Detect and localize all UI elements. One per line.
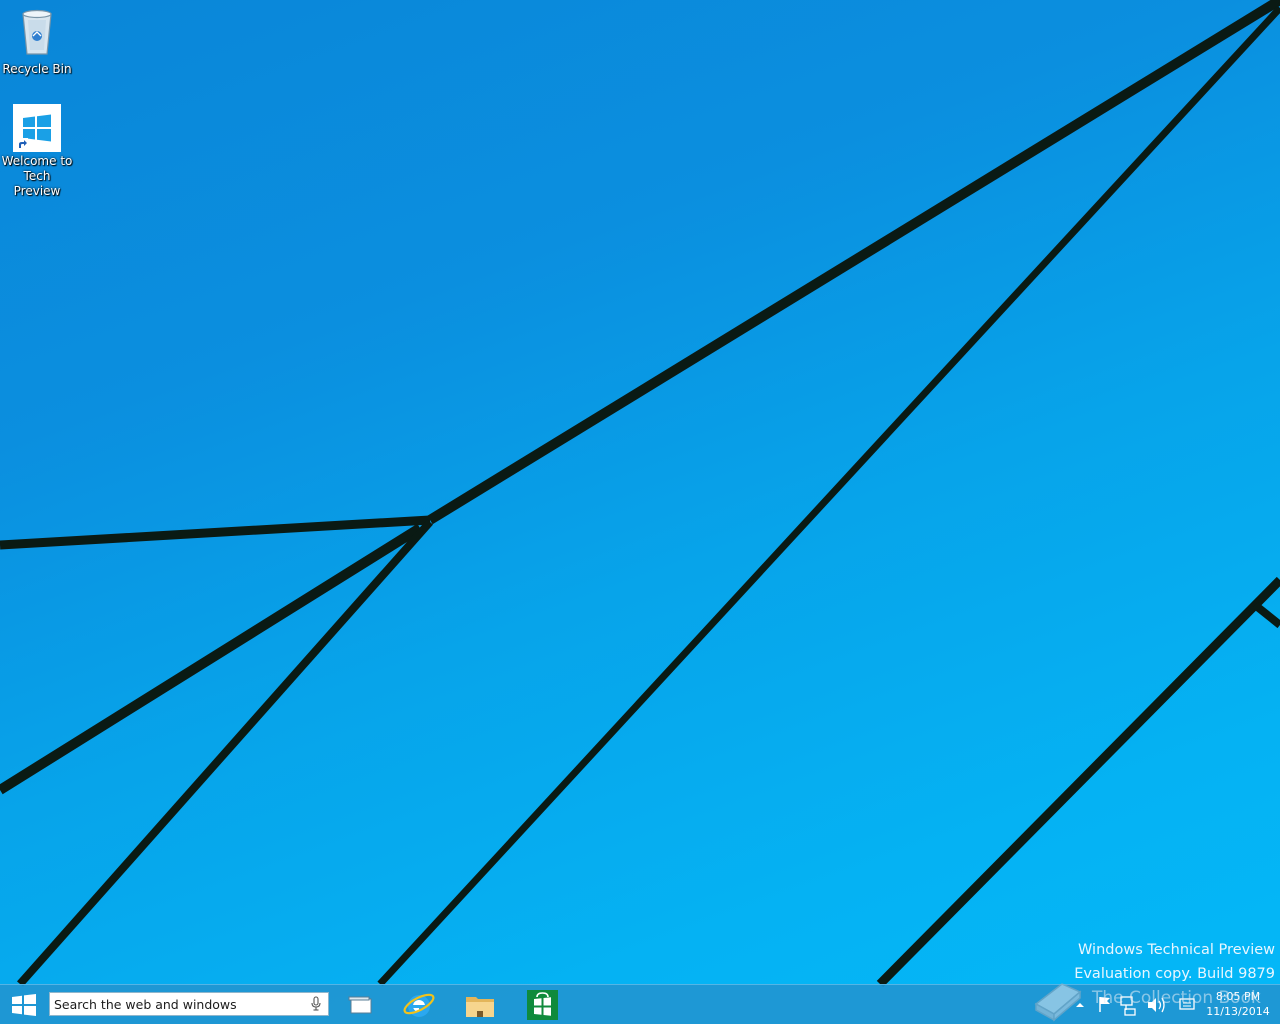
recycle-bin-desktop-icon[interactable]: Recycle Bin — [0, 6, 74, 77]
task-view-button[interactable] — [336, 985, 384, 1024]
search-input[interactable] — [54, 995, 294, 1013]
watermark-line1: Windows Technical Preview — [1078, 942, 1275, 958]
microphone-icon[interactable] — [310, 996, 322, 1012]
recycle-bin-label: Recycle Bin — [2, 62, 72, 76]
welcome-label-line2: Tech Preview — [13, 169, 61, 198]
internet-explorer-button[interactable] — [395, 985, 443, 1024]
recycle-bin-icon — [0, 6, 74, 60]
search-box[interactable] — [49, 992, 329, 1016]
book-icon — [1034, 983, 1082, 1022]
start-button[interactable] — [0, 985, 48, 1024]
collection-book-logo: The Collection Book — [1028, 974, 1268, 1022]
file-explorer-button[interactable] — [456, 985, 504, 1024]
task-view-icon — [348, 996, 372, 1014]
windows-logo-shortcut-icon — [13, 104, 61, 152]
welcome-label-line1: Welcome to — [1, 154, 73, 168]
internet-explorer-icon — [403, 993, 435, 1017]
desktop: Recycle Bin Welcome to Tech Preview Wind… — [0, 0, 1280, 1024]
file-explorer-icon — [466, 997, 494, 1017]
wallpaper-lines — [0, 0, 1280, 988]
welcome-tech-preview-shortcut[interactable]: Welcome to Tech Preview — [0, 104, 74, 199]
windows-start-icon — [12, 994, 36, 1016]
collection-book-text: The Collection Book — [1092, 988, 1261, 1008]
store-icon — [527, 990, 558, 1020]
store-button[interactable] — [518, 985, 566, 1024]
shortcut-arrow-icon — [16, 138, 28, 150]
